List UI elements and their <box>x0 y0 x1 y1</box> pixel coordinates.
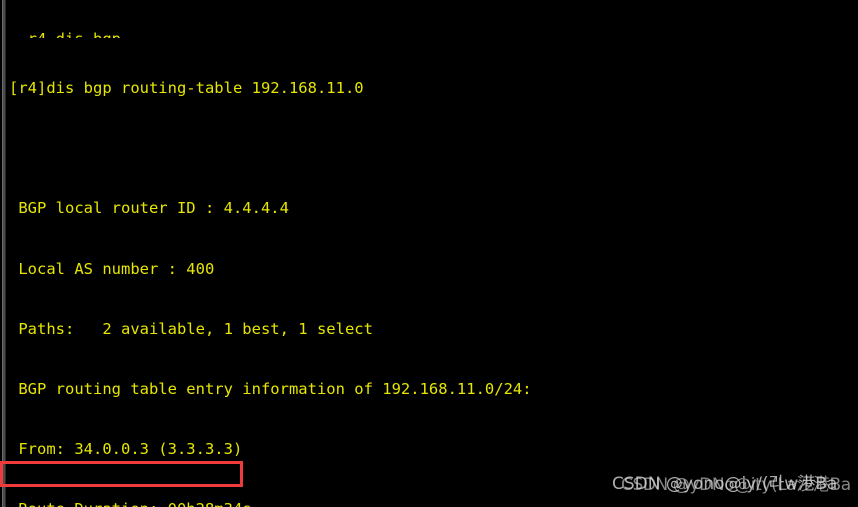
terminal-line: Paths: 2 available, 1 best, 1 select <box>9 319 373 338</box>
window-left-edge <box>0 0 8 507</box>
terminal-line: BGP routing table entry information of 1… <box>9 379 532 398</box>
scrollbar-track[interactable] <box>2 0 6 507</box>
terminal-line: [r4]dis bgp routing-table 192.168.11.0 <box>9 79 364 98</box>
terminal-line: Local AS number : 400 <box>9 259 215 278</box>
terminal-line: Route Duration: 00h28m34s <box>0 499 858 507</box>
terminal-window: r4 dis bgp [r4]dis bgp routing-table 192… <box>0 0 858 507</box>
terminal-line-clipped: r4 dis bgp <box>0 29 858 38</box>
terminal-line: BGP local router ID : 4.4.4.4 <box>9 199 289 218</box>
terminal-console-output[interactable]: r4 dis bgp [r4]dis bgp routing-table 192… <box>0 0 858 507</box>
terminal-line: From: 34.0.0.3 (3.3.3.3) <box>9 440 243 459</box>
